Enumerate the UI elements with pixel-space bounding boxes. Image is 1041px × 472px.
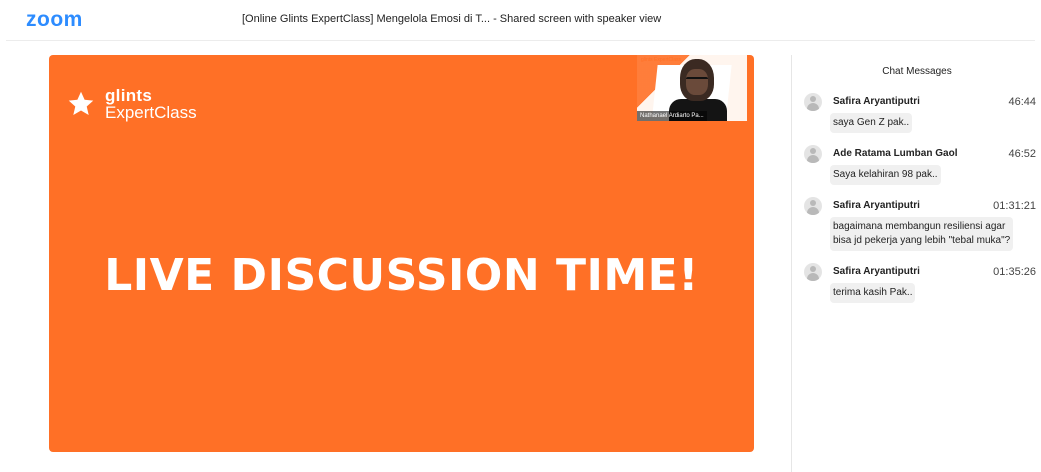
shared-screen[interactable]: glints ExpertClass LIVE DISCUSSION TIME!… <box>49 55 754 452</box>
title-divider <box>6 40 1035 41</box>
chat-panel: Chat Messages Safira Aryantiputri 46:44 … <box>791 55 1041 472</box>
message-time: 01:35:26 <box>993 266 1036 278</box>
message-text: bisa jd pekerja yang lebih "tebal muka"? <box>833 235 1011 246</box>
speaker-glasses <box>686 77 708 84</box>
speaker-video-thumbnail[interactable]: glints ExpertClass Nathanael Ardiarto Pa… <box>637 55 747 121</box>
message-sender: Safira Aryantiputri <box>833 96 920 107</box>
brand-name: glints <box>105 86 153 105</box>
avatar-icon <box>804 263 822 281</box>
glints-brand: glints ExpertClass <box>67 87 197 121</box>
message-time: 46:52 <box>1008 148 1036 160</box>
message-text: bagaimana membangun resiliensi agar <box>833 221 1006 232</box>
chat-title: Chat Messages <box>882 66 952 77</box>
avatar-icon <box>804 145 822 163</box>
message-sender: Ade Ratama Lumban Gaol <box>833 148 958 159</box>
message-bubble: terima kasih Pak.. <box>830 283 916 303</box>
message-time: 01:31:21 <box>993 200 1036 212</box>
meeting-title: [Online Glints ExpertClass] Mengelola Em… <box>242 13 491 25</box>
message-time: 46:44 <box>1008 96 1036 108</box>
zoom-logo: zoom <box>26 8 83 31</box>
message-bubble: Saya kelahiran 98 pak.. <box>830 165 941 185</box>
message-bubble: bagaimana membangun resiliensi agar bisa… <box>830 217 1014 251</box>
message-bubble: saya Gen Z pak.. <box>830 113 913 133</box>
window-title: [Online Glints ExpertClass] Mengelola Em… <box>242 13 661 25</box>
slide-headline: LIVE DISCUSSION TIME! <box>104 250 699 301</box>
star-icon <box>68 91 94 115</box>
view-mode-label: - Shared screen with speaker view <box>490 13 662 25</box>
avatar-icon <box>804 93 822 111</box>
message-sender: Safira Aryantiputri <box>833 266 920 277</box>
avatar-icon <box>804 197 822 215</box>
message-text: Saya kelahiran 98 pak.. <box>833 169 938 180</box>
thumb-brand-label: glints ExpertClass <box>641 57 682 63</box>
title-bar: zoom [Online Glints ExpertClass] Mengelo… <box>0 0 1041 40</box>
brand-product: ExpertClass <box>105 103 197 122</box>
message-sender: Safira Aryantiputri <box>833 200 920 211</box>
message-text: saya Gen Z pak.. <box>833 117 910 128</box>
speaker-name-tag: Nathanael Ardiarto Pa... <box>637 111 707 121</box>
message-text: terima kasih Pak.. <box>833 287 913 298</box>
